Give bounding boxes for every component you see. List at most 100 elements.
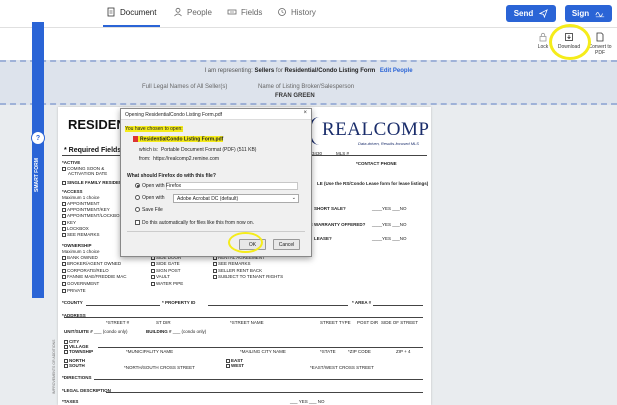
tab-fields-label: Fields	[241, 7, 263, 17]
property-id-line	[208, 305, 348, 306]
checkbox[interactable]	[62, 281, 66, 286]
zip-label: *ZIP CODE	[348, 349, 371, 354]
building-label: BUILDING #	[146, 329, 172, 334]
street-name-label: *STREET NAME	[230, 320, 264, 325]
township-label: TOWNSHIP	[69, 349, 94, 354]
sellers-label: Full Legal Names of All Seller(s)	[142, 84, 228, 90]
checkbox[interactable]	[62, 274, 66, 279]
area-label: * AREA #	[352, 300, 372, 305]
open-with-firefox-box	[166, 182, 298, 190]
convert-label: Convert to PDF	[588, 44, 612, 56]
checkbox[interactable]	[213, 268, 217, 273]
yes-label: YES	[382, 236, 392, 241]
checkbox[interactable]	[62, 288, 66, 293]
tab-people[interactable]: People	[173, 7, 212, 17]
ew-street-label: *EAST/WEST CROSS STREET	[310, 365, 374, 370]
lock-icon	[539, 32, 547, 42]
checkbox[interactable]	[62, 220, 66, 225]
lease-note: LE (Use the RS/Condo Lease form for leas…	[317, 181, 429, 186]
tab-history[interactable]: History	[277, 7, 316, 17]
checkbox[interactable]	[62, 201, 66, 206]
no-label: NO	[399, 236, 407, 241]
west-label: WEST	[231, 363, 244, 368]
save-file-option[interactable]: Save File	[135, 207, 163, 213]
auto-option[interactable]: Do this automatically for files like thi…	[135, 220, 254, 226]
ownership-label: *OWNERSHIP	[62, 243, 92, 248]
app-select[interactable]: Adobe Acrobat DC (default) ⌄	[173, 194, 299, 203]
checkbox[interactable]	[64, 349, 68, 354]
address-line	[64, 317, 423, 318]
send-button[interactable]: Send	[506, 5, 556, 22]
possession-option: SUBJECT TO TENANT RIGHTS	[218, 274, 284, 279]
help-badge[interactable]: ?	[31, 131, 45, 145]
representing-prefix: I am representing:	[204, 68, 253, 74]
open-with-option[interactable]: Open with	[135, 195, 165, 201]
send-icon	[539, 9, 549, 18]
checkbox[interactable]	[62, 232, 66, 237]
checkbox[interactable]	[62, 213, 66, 218]
access-option: VAULT	[156, 274, 170, 279]
required-fields-label: * Required Fields	[64, 147, 122, 154]
taxes-label: *TAXES	[62, 399, 79, 404]
checkbox[interactable]	[62, 180, 66, 185]
open-firefox-option[interactable]: Open with Firefox	[135, 183, 181, 189]
no-label: NO	[399, 222, 407, 227]
tab-people-label: People	[187, 7, 212, 17]
no-label: NO	[399, 206, 407, 211]
checkbox[interactable]	[213, 261, 217, 266]
active-tab-indicator	[103, 25, 160, 27]
checkbox[interactable]	[62, 261, 66, 266]
checkbox[interactable]	[226, 363, 230, 368]
activation-date-label: ACTIVATION DATE	[68, 171, 108, 176]
auto-checkbox[interactable]	[135, 220, 140, 226]
access-option: SIDE GATE	[156, 261, 180, 266]
from-value: https://realcomp2.remine.com	[153, 156, 220, 162]
legal-description-label: *LEGAL DESCRIPTION	[62, 388, 111, 393]
sign-label: Sign	[571, 9, 590, 18]
no-label: NO	[317, 399, 325, 404]
unit-suite-label: UNIT/SUITE #	[64, 329, 93, 334]
ns-street-label: *NORTH/SOUTH CROSS STREET	[124, 365, 195, 370]
st-dir-label: ST DIR	[156, 320, 171, 325]
short-sale-label: SHORT SALE?	[314, 206, 346, 211]
checkbox[interactable]	[151, 274, 155, 279]
pdf-file-icon	[596, 32, 604, 42]
tab-document-label: Document	[120, 7, 157, 17]
county-line	[86, 305, 160, 306]
access-option: SIGN POST	[156, 268, 181, 273]
tab-document[interactable]: Document	[106, 7, 156, 17]
checkbox[interactable]	[62, 166, 66, 171]
from-label: from:	[139, 156, 151, 162]
sign-button[interactable]: Sign	[565, 5, 612, 22]
checkbox[interactable]	[62, 226, 66, 231]
possession-option: SELLER RENT BACK	[218, 268, 263, 273]
checkbox[interactable]	[62, 207, 66, 212]
radio-save-file[interactable]	[135, 207, 140, 213]
checkbox[interactable]	[213, 274, 217, 279]
which-label: which is:	[139, 147, 159, 153]
logo-text: REALCOMP	[322, 119, 430, 140]
checkbox[interactable]	[151, 268, 155, 273]
radio-open-with[interactable]	[135, 195, 140, 201]
radio-open-firefox[interactable]	[135, 183, 140, 189]
close-icon[interactable]: ×	[303, 110, 307, 116]
access-option: APPOINTMENT/LOCKBOX	[67, 213, 123, 218]
checkbox[interactable]	[62, 268, 66, 273]
cancel-button[interactable]: Cancel	[273, 239, 300, 250]
tab-fields[interactable]: Fields	[227, 7, 262, 17]
post-dir-label: POST DIR	[357, 320, 379, 325]
open-file-dialog: Opening ResidentialCondo Listing Form.pd…	[120, 108, 312, 257]
realcomp-logo: REALCOMP Data-driven, Results-focused ML…	[308, 117, 436, 147]
access-option: SEE REMARKS	[67, 232, 100, 237]
checkbox[interactable]	[151, 281, 155, 286]
edit-people-link[interactable]: Edit People	[380, 68, 413, 74]
send-label: Send	[513, 9, 534, 18]
directions-label: *DIRECTIONS	[62, 375, 92, 380]
logo-tagline: Data-driven, Results-focused MLS	[358, 141, 419, 146]
ownership-option: CORPORATE/RELO	[67, 268, 109, 273]
checkbox[interactable]	[151, 261, 155, 266]
representing-banner: I am representing: Sellers for Residenti…	[0, 60, 617, 105]
checkbox[interactable]	[62, 255, 66, 260]
zip4-label: ZIP + 4	[396, 349, 411, 354]
checkbox[interactable]	[64, 363, 68, 368]
